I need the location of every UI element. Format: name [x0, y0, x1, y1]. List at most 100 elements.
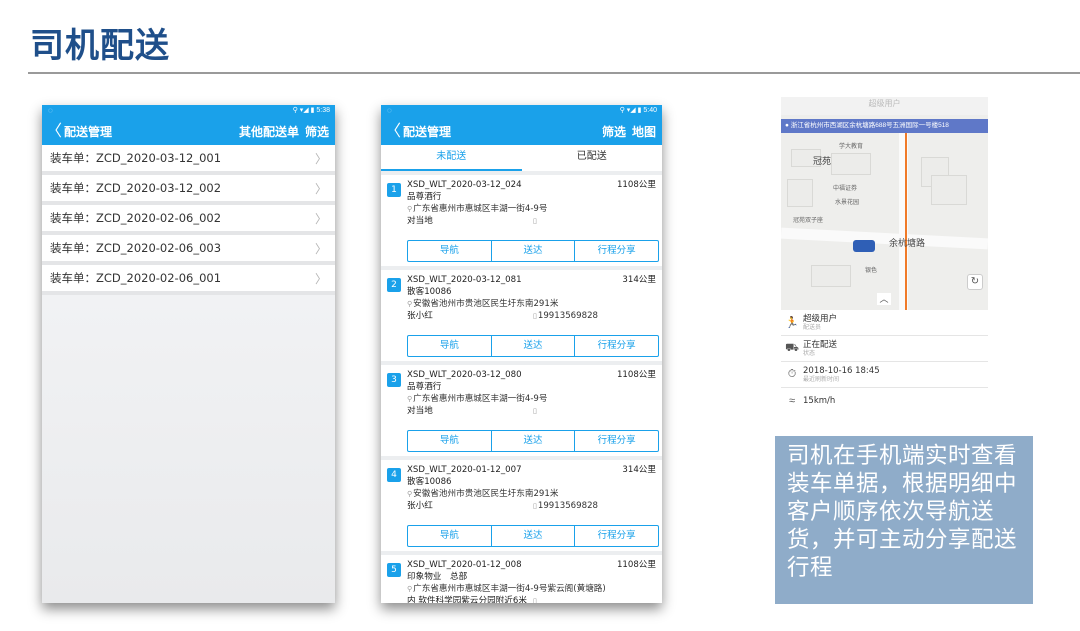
order-card[interactable]: 1 XSD_WLT_2020-03-12_024 1108公里 品尊酒行 ⚲广东省惠州市…	[381, 175, 662, 266]
description-box: 司机在手机端实时查看装车单据，根据明细中客户顺序依次导航送货，并可主动分享配送行…	[775, 436, 1033, 604]
info-label: 配送员	[803, 324, 822, 331]
back-icon[interactable]: 〈	[385, 123, 401, 139]
delivered-button[interactable]: 送达	[492, 431, 576, 451]
delivered-button[interactable]: 送达	[492, 526, 576, 546]
order-number: 2	[387, 278, 401, 292]
map-label: 冠苑	[813, 156, 832, 166]
map-block	[787, 179, 813, 207]
order-number: 3	[387, 373, 401, 387]
phone-icon: ▯	[533, 217, 537, 225]
order-code: XSD_WLT_2020-03-12_081	[407, 275, 522, 285]
order-card[interactable]: 4 XSD_WLT_2020-01-12_007 314公里 散客10086 ⚲安徽省池…	[381, 460, 662, 551]
navigate-button[interactable]: 导航	[408, 241, 492, 261]
notification-icon: ◌	[387, 106, 392, 115]
tab-delivered[interactable]: 已配送	[522, 145, 663, 171]
refresh-icon[interactable]: ↻	[967, 274, 983, 290]
info-value: 15km/h	[803, 396, 836, 406]
order-code: XSD_WLT_2020-01-12_008	[407, 560, 522, 570]
load-item[interactable]: 装车单：ZCD_2020-02-06_002 〉	[42, 205, 335, 235]
delivery-truck-icon	[853, 240, 875, 252]
chevron-right-icon: 〉	[314, 211, 327, 226]
load-item-label: 装车单：ZCD_2020-03-12_001	[50, 151, 222, 165]
navigate-button[interactable]: 导航	[408, 431, 492, 451]
customer-address: 安徽省池州市贵池区民生圩东南291米	[413, 299, 559, 309]
contact-name: 张小红	[407, 501, 433, 511]
load-list: 装车单：ZCD_2020-03-12_001 〉 装车单：ZCD_2020-03-…	[42, 145, 335, 603]
order-distance: 1108公里	[616, 560, 656, 570]
status-bar: ◌ ⚲ ▾◢ ▮ 5:38	[42, 105, 335, 117]
info-label: 最近刷新时间	[803, 376, 840, 383]
filter-button[interactable]: 筛选	[305, 123, 329, 140]
navigate-button[interactable]: 导航	[408, 336, 492, 356]
map-header: 超级用户	[781, 97, 988, 115]
load-item-label: 装车单：ZCD_2020-02-06_003	[50, 241, 222, 255]
navigate-button[interactable]: 导航	[408, 526, 492, 546]
order-code: XSD_WLT_2020-01-12_007	[407, 465, 522, 475]
order-card[interactable]: 5 XSD_WLT_2020-01-12_008 1108公里 印象物业 总部 ⚲广东省…	[381, 555, 662, 603]
load-item[interactable]: 装车单：ZCD_2020-03-12_002 〉	[42, 175, 335, 205]
tab-bar: 未配送 已配送	[381, 145, 662, 171]
phone-load-list: ◌ ⚲ ▾◢ ▮ 5:38 〈 配送管理 其他配送单 筛选 装车单：ZCD_20…	[42, 105, 335, 603]
status-time: 5:38	[316, 107, 330, 114]
share-trip-button[interactable]: 行程分享	[575, 526, 658, 546]
load-item[interactable]: 装车单：ZCD_2020-02-06_003 〉	[42, 235, 335, 265]
map-block	[831, 153, 871, 175]
order-distance: 314公里	[622, 465, 656, 475]
location-pin-icon: ⚲	[407, 205, 413, 213]
info-row: ⏱ 2018-10-16 18:45 最近刷新时间	[781, 362, 988, 388]
order-card[interactable]: 3 XSD_WLT_2020-03-12_080 1108公里 品尊酒行 ⚲广东省惠州市…	[381, 365, 662, 456]
contact-name: 对当地	[407, 216, 433, 226]
map-header-title: 超级用户	[868, 99, 901, 108]
filter-button[interactable]: 筛选	[602, 123, 626, 140]
back-icon[interactable]: 〈	[46, 123, 62, 139]
map-block	[811, 265, 851, 287]
driver-info-panel: 🏃 超级用户 配送员 ⛟ 正在配送 状态 ⏱ 2018-10-16 18:45 最近刷新时间…	[781, 310, 988, 409]
share-trip-button[interactable]: 行程分享	[575, 431, 658, 451]
customer-name: 品尊酒行	[407, 192, 442, 202]
load-item[interactable]: 装车单：ZCD_2020-03-12_001 〉	[42, 145, 335, 175]
location-pin-icon: ⚲	[407, 490, 413, 498]
delivered-button[interactable]: 送达	[492, 241, 576, 261]
customer-name: 散客10086	[407, 477, 452, 487]
order-code: XSD_WLT_2020-03-12_024	[407, 180, 522, 190]
status-bar: ◌ ⚲ ▾◢ ▮ 5:40	[381, 105, 662, 117]
route-track	[905, 133, 907, 310]
phone-icon: ▯	[533, 312, 537, 320]
customer-address: 广东省惠州市惠城区丰湖一街4-9号	[413, 394, 548, 404]
nav-title: 配送管理	[403, 124, 452, 139]
signal-icon: ⚲ ▾◢ ▮	[619, 107, 644, 114]
nav-title: 配送管理	[64, 124, 113, 139]
share-trip-button[interactable]: 行程分享	[575, 241, 658, 261]
order-actions: 导航 送达 行程分享	[407, 240, 659, 262]
load-item-label: 装车单：ZCD_2020-02-06_002	[50, 211, 222, 225]
delivered-button[interactable]: 送达	[492, 336, 576, 356]
share-trip-button[interactable]: 行程分享	[575, 336, 658, 356]
order-number: 5	[387, 563, 401, 577]
info-row: 🏃 超级用户 配送员	[781, 310, 988, 336]
map-view[interactable]: 超级用户 ● 浙江省杭州市西湖区余杭塘路688号五洲国际一号楼518 学大教育 …	[781, 97, 988, 310]
tab-undelivered[interactable]: 未配送	[381, 145, 522, 171]
chevron-up-icon[interactable]: ︿	[877, 293, 891, 305]
info-row: ≈15km/h	[781, 388, 988, 409]
slide-title: 司机配送	[30, 26, 170, 66]
other-orders-button[interactable]: 其他配送单	[239, 123, 299, 140]
phone-map-view: 超级用户 ● 浙江省杭州市西湖区余杭塘路688号五洲国际一号楼518 学大教育 …	[781, 97, 988, 409]
order-card[interactable]: 2 XSD_WLT_2020-03-12_081 314公里 散客10086 ⚲安徽省池…	[381, 270, 662, 361]
info-value: 超级用户	[803, 313, 838, 324]
order-list: 1 XSD_WLT_2020-03-12_024 1108公里 品尊酒行 ⚲ 广东省惠州市…	[381, 175, 662, 603]
order-number: 4	[387, 468, 401, 482]
load-item[interactable]: 装车单：ZCD_2020-02-06_001 〉	[42, 265, 335, 295]
timer-icon: ⏱	[787, 368, 797, 380]
load-item-label: 装车单：ZCD_2020-03-12_002	[50, 181, 222, 195]
current-address: 浙江省杭州市西湖区余杭塘路688号五洲国际一号楼518	[790, 122, 949, 129]
map-road	[781, 227, 988, 250]
info-row: ⛟ 正在配送 状态	[781, 336, 988, 362]
info-value: 2018-10-16 18:45	[803, 365, 880, 376]
info-label: 状态	[803, 350, 816, 357]
map-button[interactable]: 地图	[632, 123, 656, 140]
customer-address: 广东省惠州市惠城区丰湖一街4-9号紫云阁(黄塘路)	[413, 584, 606, 594]
chevron-right-icon: 〉	[314, 271, 327, 286]
order-number: 1	[387, 183, 401, 197]
map-label: 学大教育	[839, 144, 864, 150]
chevron-right-icon: 〉	[314, 181, 327, 196]
